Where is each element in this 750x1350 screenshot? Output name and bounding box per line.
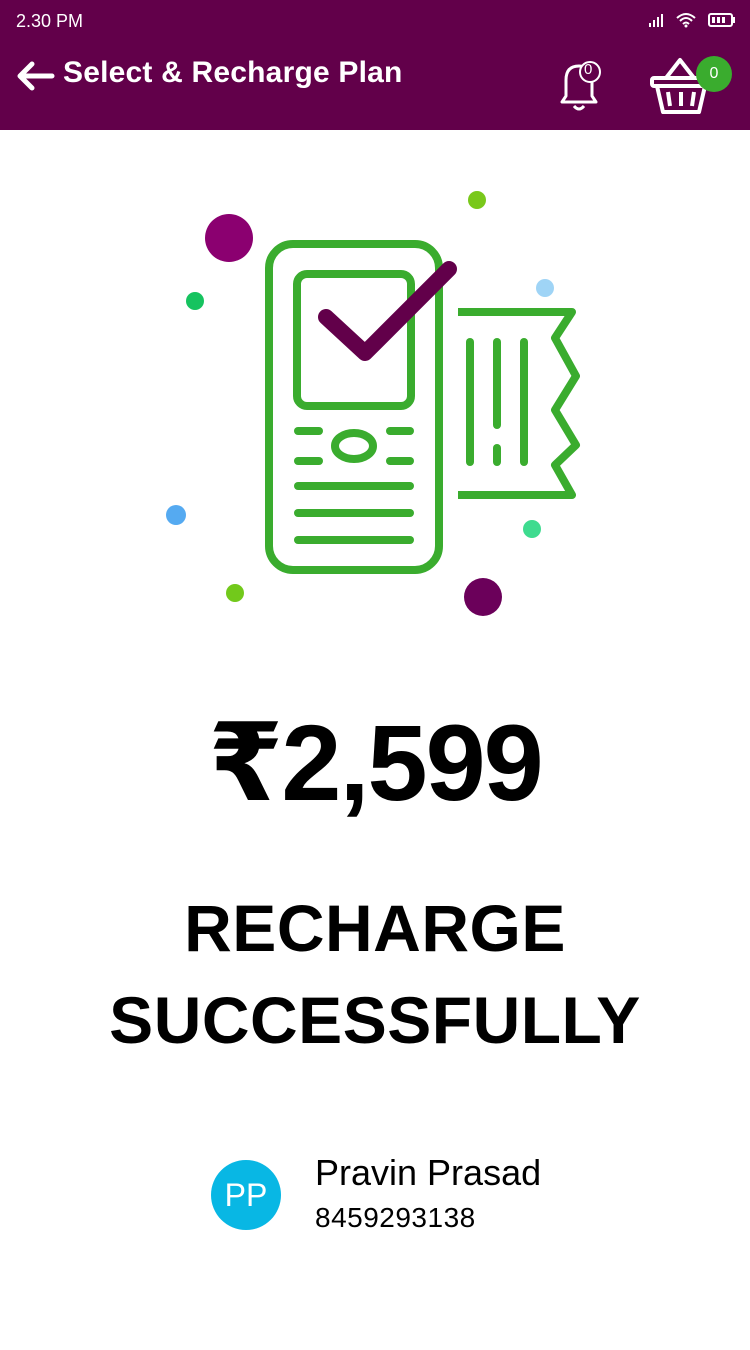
cart-button[interactable]: 0: [648, 52, 738, 122]
contact-phone: 8459293138: [315, 1202, 476, 1233]
checkmark-icon: [318, 261, 457, 361]
avatar: PP: [211, 1160, 281, 1230]
contact-card: PP Pravin Prasad 8459293138: [211, 1150, 611, 1240]
recharge-status-message: RECHARGE SUCCESSFULLY: [0, 882, 750, 1066]
status-icons: [648, 12, 736, 28]
signal-icon: [649, 14, 663, 27]
status-bar: 2.30 PM: [0, 0, 750, 44]
notifications-button[interactable]: 0: [552, 54, 606, 114]
notification-count: 0: [584, 61, 593, 78]
recharge-amount: ₹2,599: [208, 702, 543, 823]
status-line-1: RECHARGE: [184, 891, 566, 965]
app-bar: Select & Recharge Plan 0 0: [0, 44, 750, 130]
page-title: Select & Recharge Plan: [63, 56, 403, 89]
status-line-2: SUCCESSFULLY: [109, 983, 641, 1057]
contact-name: Pravin Prasad: [315, 1152, 542, 1193]
bell-icon: [560, 61, 601, 111]
back-arrow-icon: [17, 61, 55, 91]
recharge-success-illustration: [166, 191, 580, 616]
phone-icon: [265, 240, 443, 574]
battery-icon: [708, 13, 735, 27]
back-button[interactable]: [14, 58, 58, 94]
wifi-icon: [676, 13, 696, 28]
receipt-icon: [458, 308, 580, 499]
cart-count-badge: 0: [696, 56, 732, 92]
status-time: 2.30 PM: [16, 11, 84, 31]
